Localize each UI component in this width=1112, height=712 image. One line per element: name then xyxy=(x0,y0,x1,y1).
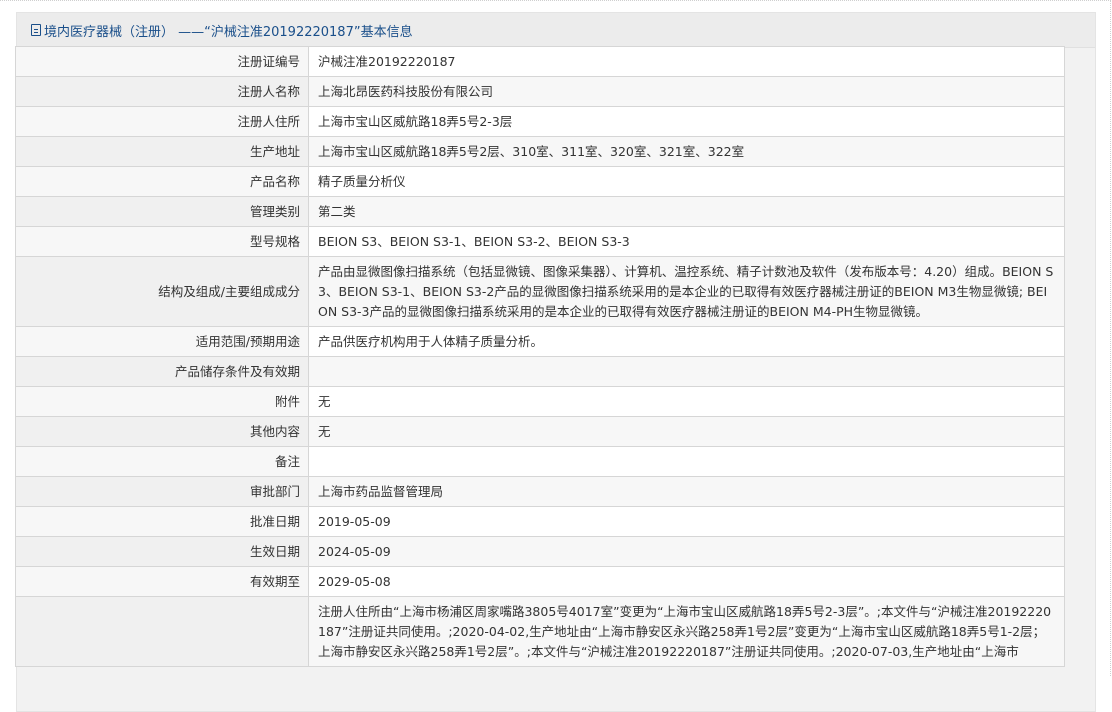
row-value: 上海北昂医药科技股份有限公司 xyxy=(308,76,1065,107)
row-value: 第二类 xyxy=(308,196,1065,227)
document-icon xyxy=(31,24,41,36)
row-value: 上海市宝山区威航路18弄5号2-3层 xyxy=(308,106,1065,137)
row-value: 产品供医疗机构用于人体精子质量分析。 xyxy=(308,326,1065,357)
row-value: 上海市药品监督管理局 xyxy=(308,476,1065,507)
row-value: 2019-05-09 xyxy=(308,506,1065,537)
row-label: 备注 xyxy=(15,446,309,477)
panel-title: 境内医疗器械（注册） ——“沪械注准20192220187”基本信息 xyxy=(44,24,413,40)
row-value xyxy=(308,356,1065,387)
table-row: 适用范围/预期用途 产品供医疗机构用于人体精子质量分析。 xyxy=(15,326,1065,357)
row-value: 注册人住所由“上海市杨浦区周家嘴路3805号4017室”变更为“上海市宝山区威航… xyxy=(308,596,1065,667)
table-row: 结构及组成/主要组成成分 产品由显微图像扫描系统（包括显微镜、图像采集器）、计算… xyxy=(15,256,1065,327)
table-row: 注册证编号 沪械注准20192220187 xyxy=(15,46,1065,77)
table-row: 管理类别 第二类 xyxy=(15,196,1065,227)
table-row: 产品储存条件及有效期 xyxy=(15,356,1065,387)
row-label: 生效日期 xyxy=(15,536,309,567)
row-label: 管理类别 xyxy=(15,196,309,227)
row-value: 沪械注准20192220187 xyxy=(308,46,1065,77)
row-value: 2024-05-09 xyxy=(308,536,1065,567)
row-label: 产品名称 xyxy=(15,166,309,197)
info-table: 注册证编号 沪械注准20192220187 注册人名称 上海北昂医药科技股份有限… xyxy=(15,46,1065,667)
row-label: 型号规格 xyxy=(15,226,309,257)
row-value: 产品由显微图像扫描系统（包括显微镜、图像采集器）、计算机、温控系统、精子计数池及… xyxy=(308,256,1065,327)
table-row: 审批部门 上海市药品监督管理局 xyxy=(15,476,1065,507)
row-label: 其他内容 xyxy=(15,416,309,447)
row-value: 上海市宝山区威航路18弄5号2层、310室、311室、320室、321室、322… xyxy=(308,136,1065,167)
panel-header: 境内医疗器械（注册） ——“沪械注准20192220187”基本信息 xyxy=(17,13,1095,48)
row-label: 审批部门 xyxy=(15,476,309,507)
table-row: 注册人住所由“上海市杨浦区周家嘴路3805号4017室”变更为“上海市宝山区威航… xyxy=(15,596,1065,667)
table-row: 生效日期 2024-05-09 xyxy=(15,536,1065,567)
row-label: 批准日期 xyxy=(15,506,309,537)
row-label xyxy=(15,596,309,667)
row-value xyxy=(308,446,1065,477)
row-label: 注册人住所 xyxy=(15,106,309,137)
row-value: 精子质量分析仪 xyxy=(308,166,1065,197)
row-label: 结构及组成/主要组成成分 xyxy=(15,256,309,327)
row-label: 附件 xyxy=(15,386,309,417)
row-value: 无 xyxy=(308,416,1065,447)
table-row: 产品名称 精子质量分析仪 xyxy=(15,166,1065,197)
table-row: 附件 无 xyxy=(15,386,1065,417)
table-row: 生产地址 上海市宝山区威航路18弄5号2层、310室、311室、320室、321… xyxy=(15,136,1065,167)
row-label: 注册证编号 xyxy=(15,46,309,77)
table-row: 其他内容 无 xyxy=(15,416,1065,447)
row-label: 生产地址 xyxy=(15,136,309,167)
row-label: 有效期至 xyxy=(15,566,309,597)
row-value: 无 xyxy=(308,386,1065,417)
table-row: 有效期至 2029-05-08 xyxy=(15,566,1065,597)
table-row: 批准日期 2019-05-09 xyxy=(15,506,1065,537)
table-row: 注册人住所 上海市宝山区威航路18弄5号2-3层 xyxy=(15,106,1065,137)
row-label: 适用范围/预期用途 xyxy=(15,326,309,357)
table-row: 备注 xyxy=(15,446,1065,477)
table-row: 型号规格 BEION S3、BEION S3-1、BEION S3-2、BEIO… xyxy=(15,226,1065,257)
row-label: 产品储存条件及有效期 xyxy=(15,356,309,387)
info-table-container: 注册证编号 沪械注准20192220187 注册人名称 上海北昂医药科技股份有限… xyxy=(15,46,1065,667)
row-value: BEION S3、BEION S3-1、BEION S3-2、BEION S3-… xyxy=(308,226,1065,257)
row-label: 注册人名称 xyxy=(15,76,309,107)
row-value: 2029-05-08 xyxy=(308,566,1065,597)
table-row: 注册人名称 上海北昂医药科技股份有限公司 xyxy=(15,76,1065,107)
